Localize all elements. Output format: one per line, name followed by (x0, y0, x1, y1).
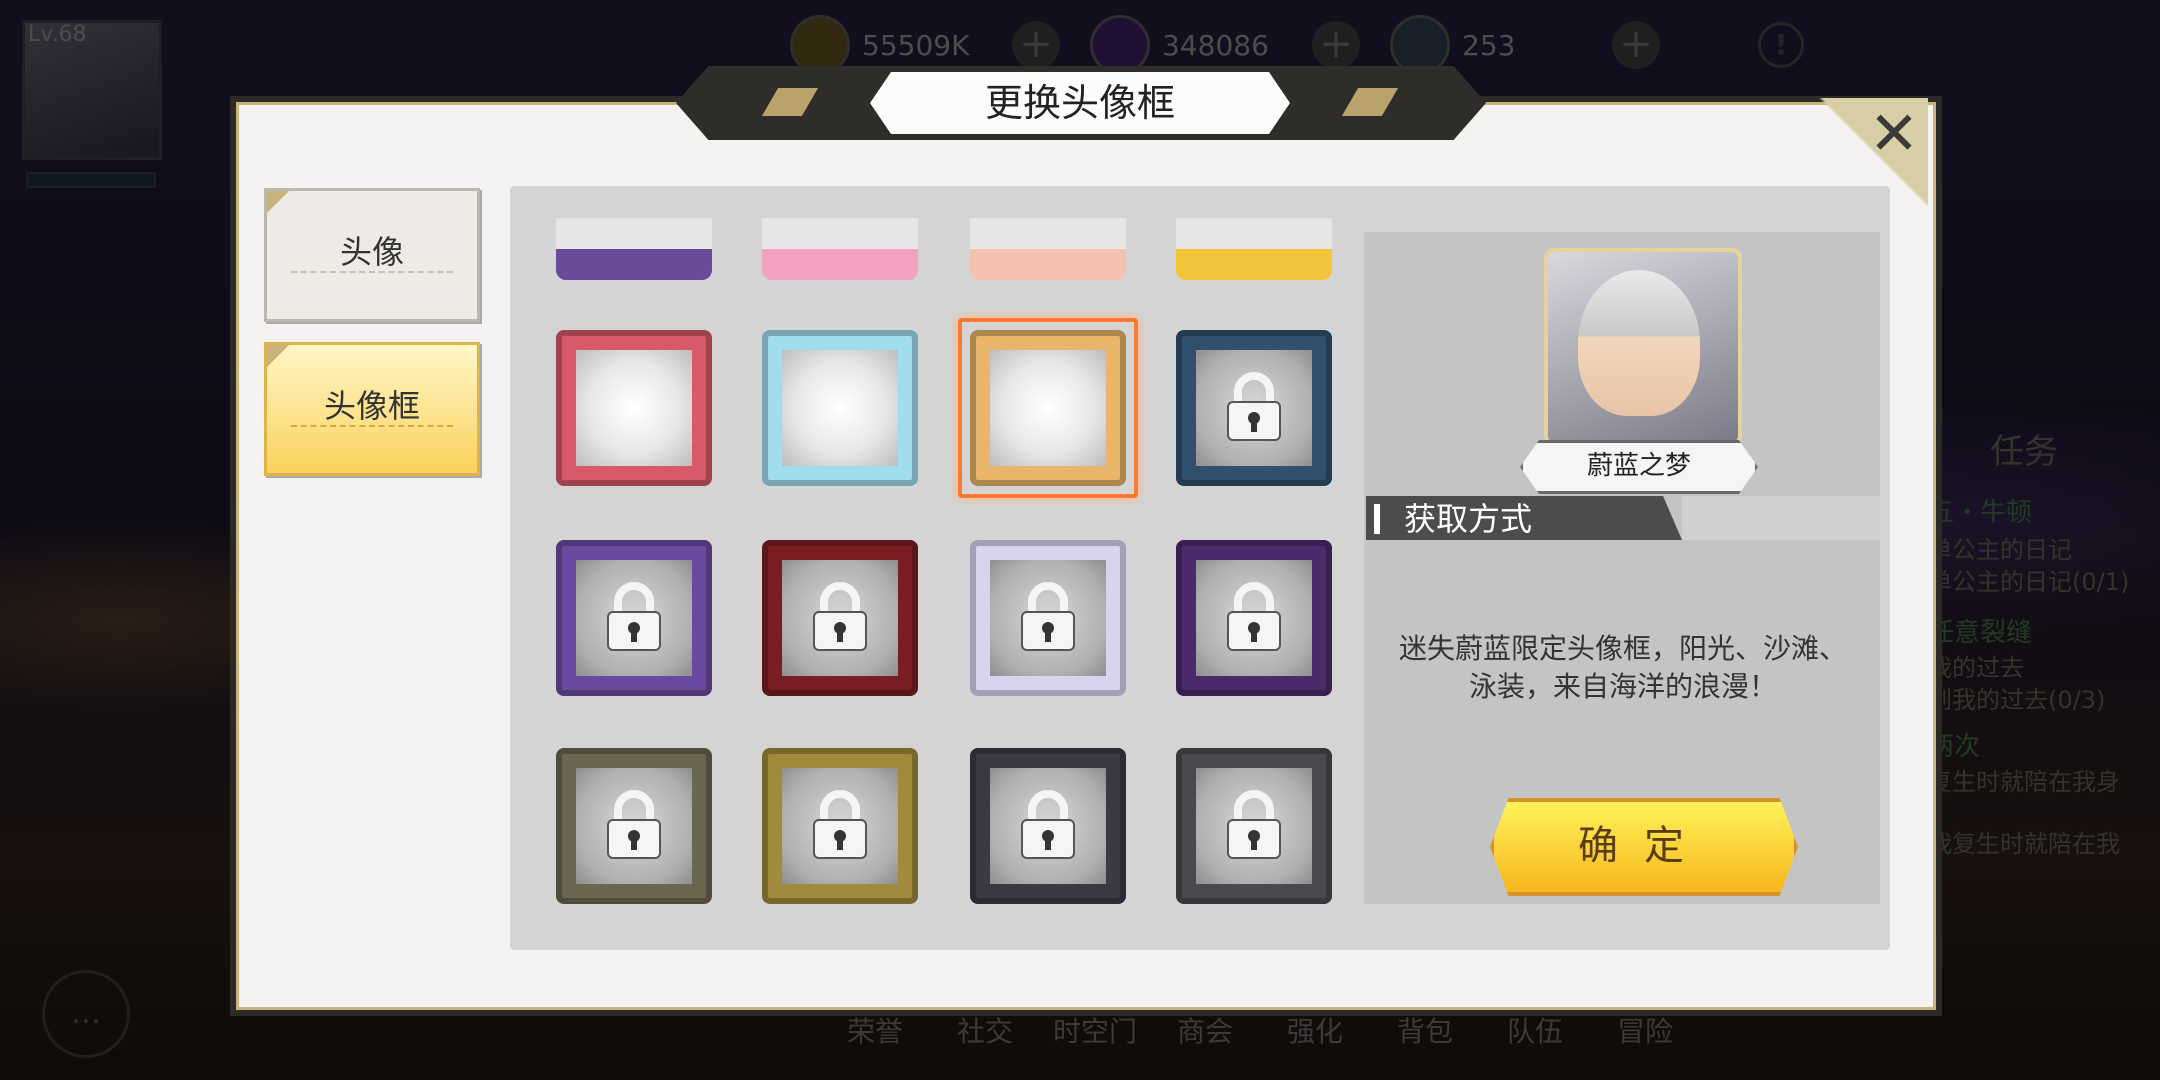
avatar-frame-item[interactable] (762, 330, 918, 486)
lock-icon (1214, 368, 1294, 448)
tab-corner-mark (267, 345, 289, 367)
avatar-frame-item-locked[interactable] (1176, 330, 1332, 486)
avatar-frame-item-partial[interactable] (970, 218, 1126, 280)
lock-icon (1008, 786, 1088, 866)
avatar-frame-item-locked[interactable] (1176, 748, 1332, 904)
frame-inner (782, 350, 898, 466)
tab-avatar-label: 头像 (339, 233, 404, 271)
lock-icon (594, 786, 674, 866)
lock-icon (1008, 578, 1088, 658)
avatar-frame-item-locked[interactable] (556, 748, 712, 904)
avatar-frame-item-locked[interactable] (970, 540, 1126, 696)
avatar-frame-item-locked[interactable] (762, 540, 918, 696)
tab-divider (291, 425, 453, 427)
lock-icon (594, 578, 674, 658)
confirm-button[interactable]: 确定 (1490, 798, 1798, 896)
avatar-frame-item-locked[interactable] (1176, 540, 1332, 696)
frame-inner (576, 350, 692, 466)
avatar-frame-item-partial[interactable] (762, 218, 918, 280)
avatar-frame-item-partial[interactable] (1176, 218, 1332, 280)
selection-highlight (958, 318, 1138, 498)
acquire-title: 获取方式 (1404, 500, 1533, 538)
preview-character-portrait (1578, 270, 1700, 416)
lock-icon (1214, 578, 1294, 658)
tab-divider (291, 271, 453, 273)
frame-description: 迷失蔚蓝限定头像框，阳光、沙滩、泳装，来自海洋的浪漫！ (1398, 632, 1847, 703)
avatar-frame-item-locked[interactable] (762, 748, 918, 904)
lock-icon (800, 578, 880, 658)
avatar-frame-item-partial[interactable] (556, 218, 712, 280)
acquire-header-tail (1682, 496, 1880, 540)
lock-icon (800, 786, 880, 866)
avatar-frame-item-locked[interactable] (556, 540, 712, 696)
tab-avatar[interactable]: 头像 (264, 188, 480, 322)
close-icon[interactable]: ✕ (1862, 104, 1926, 168)
avatar-frame-item-locked[interactable] (970, 748, 1126, 904)
tab-corner-mark (267, 191, 289, 213)
frame-name: 蔚蓝之梦 (1520, 440, 1758, 494)
lock-icon (1214, 786, 1294, 866)
dialog-title: 更换头像框 (984, 81, 1175, 125)
acquire-header-bar (1374, 504, 1380, 534)
tab-avatar-frame[interactable]: 头像框 (264, 342, 480, 476)
avatar-frame-item[interactable] (556, 330, 712, 486)
tab-avatar-frame-label: 头像框 (323, 387, 420, 425)
